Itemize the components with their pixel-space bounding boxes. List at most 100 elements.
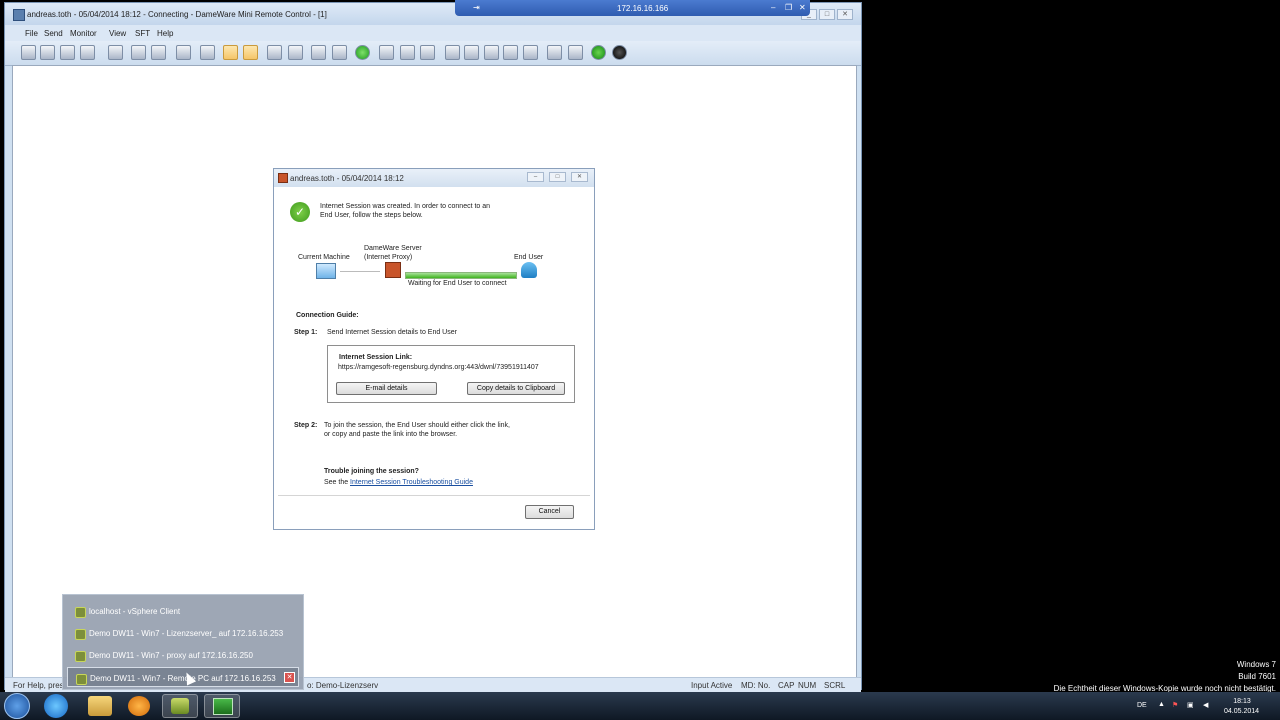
remote-control-icon[interactable] [40,45,55,60]
close-icon[interactable]: ✕ [799,3,806,12]
menu-bar: File Send Monitor View SFT Help [5,25,861,41]
dameware-taskbar-button[interactable] [204,694,240,718]
trouble-title: Trouble joining the session? [324,468,419,475]
menu-send[interactable]: Send [44,29,63,38]
step2-line2: or copy and paste the link into the brow… [324,431,458,438]
clock-time[interactable]: 18:13 [1228,698,1256,705]
remove-icon[interactable] [484,45,499,60]
media-player-icon[interactable] [128,696,150,716]
trouble-prefix: See the [324,479,349,486]
guide-title: Connection Guide: [296,312,359,319]
print-icon[interactable] [400,45,415,60]
clock-date[interactable]: 04.05.2014 [1224,708,1259,715]
screenshot-icon[interactable] [80,45,95,60]
monitors-icon[interactable] [523,45,538,60]
restore-icon[interactable]: ❐ [785,3,792,12]
vm-icon [75,651,86,662]
status-remote: o: Demo-Lizenzserv [307,681,379,690]
pin-icon[interactable]: ⇥ [473,3,480,12]
window-icon[interactable] [60,45,75,60]
menu-sft[interactable]: SFT [135,29,150,38]
help-icon[interactable] [612,45,627,60]
step1-label: Step 1: [294,329,318,336]
monitor-icon [213,698,233,715]
email-details-button[interactable]: E-mail details [336,382,437,395]
step2-label: Step 2: [294,422,318,429]
connection-bar[interactable]: ⇥ 172.16.16.166 – ❐ ✕ [455,0,810,16]
action-center-icon[interactable]: ⚑ [1172,701,1178,709]
menu-file[interactable]: File [25,29,38,38]
language-indicator[interactable]: DE [1137,702,1147,709]
menu-monitor[interactable]: Monitor [70,29,97,38]
minimize-icon[interactable]: – [771,3,775,12]
network-icon[interactable]: ▣ [1187,701,1194,709]
network-icon[interactable] [464,45,479,60]
chat-icon[interactable] [445,45,460,60]
close-icon[interactable]: ✕ [284,672,295,683]
dialog-minimize-button[interactable]: – [527,172,544,182]
menu-help[interactable]: Help [157,29,173,38]
grid-icon[interactable] [311,45,326,60]
link-title: Internet Session Link: [339,354,413,361]
end-user-icon [521,262,537,278]
start-button[interactable] [4,693,30,719]
current-machine-label: Current Machine [298,254,350,261]
vsphere-taskbar-button[interactable] [162,694,198,718]
view-icon[interactable] [131,45,146,60]
cancel-button[interactable]: Cancel [525,505,574,519]
wrench-icon[interactable] [568,45,583,60]
vm-icon [76,674,87,685]
link-url[interactable]: https://ramgesoft-regensburg.dyndns.org:… [338,364,539,371]
move-icon[interactable] [151,45,166,60]
connect-icon[interactable] [21,45,36,60]
copy-to-clipboard-button[interactable]: Copy details to Clipboard [467,382,565,395]
watermark-line2: Build 7601 [1238,672,1276,681]
connection-address: 172.16.16.166 [617,4,669,13]
dialog-title: andreas.toth - 05/04/2014 18:12 [290,174,404,183]
status-help: For Help, pres [13,681,64,690]
connection-line [340,271,380,272]
dialog-title-bar[interactable]: andreas.toth - 05/04/2014 18:12 – □ ✕ [274,169,594,187]
server-label-line1: DameWare Server [364,245,422,252]
internet-explorer-icon[interactable] [44,694,68,718]
troubleshooting-guide-link[interactable]: Internet Session Troubleshooting Guide [350,479,473,486]
maximize-button[interactable]: □ [819,9,835,20]
windows-icon[interactable] [547,45,562,60]
toolbar [5,41,861,66]
end-user-label: End User [514,254,544,261]
volume-icon[interactable]: ◀ [1203,701,1208,709]
lock-icon[interactable] [200,45,215,60]
transfer-icon[interactable] [503,45,518,60]
close-button[interactable]: ✕ [837,9,853,20]
view-only-icon[interactable] [223,45,238,60]
session-link-box: Internet Session Link: https://ramgesoft… [327,345,575,403]
jumplist-item[interactable]: localhost - vSphere Client [67,601,299,621]
tool-icon[interactable] [176,45,191,60]
explorer-folder-icon[interactable] [88,696,112,716]
settings-icon[interactable] [332,45,347,60]
print-setup-icon[interactable] [420,45,435,60]
vm-icon [75,629,86,640]
dialog-close-button[interactable]: ✕ [571,172,588,182]
dialog-separator [278,495,590,496]
show-hidden-icons[interactable]: ▲ [1158,701,1165,708]
refresh-icon[interactable] [355,45,370,60]
menu-view[interactable]: View [109,29,126,38]
scale-icon[interactable] [243,45,258,60]
disconnect-icon[interactable] [108,45,123,60]
pointer-icon[interactable] [267,45,282,60]
message-line1: Internet Session was created. In order t… [320,203,491,210]
jumplist-item[interactable]: Demo DW11 - Win7 - Lizenzserver_ auf 172… [67,623,299,643]
jumplist-item[interactable]: Demo DW11 - Win7 - proxy auf 172.16.16.2… [67,645,299,665]
cursor-icon[interactable] [288,45,303,60]
server-label-line2: (Internet Proxy) [364,254,413,261]
step1-text: Send Internet Session details to End Use… [327,329,457,336]
vsphere-icon [171,698,189,714]
info-icon[interactable] [591,45,606,60]
app-icon [13,9,25,21]
dialog-maximize-button[interactable]: □ [549,172,566,182]
monitor-icon[interactable] [379,45,394,60]
status-cap: CAP [778,681,795,690]
status-num: NUM [798,681,817,690]
computer-icon [316,263,336,279]
